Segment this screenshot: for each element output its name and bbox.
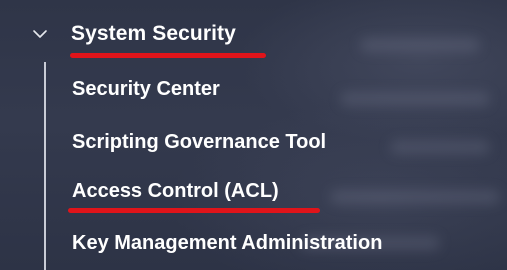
nav-item-label: Scripting Governance Tool [72,130,327,153]
nav-item-label: Security Center [72,77,220,100]
highlight-underline [68,208,320,213]
nav-item-label: Access Control (ACL) [72,179,279,202]
nav-item-security-center[interactable]: Security Center [72,72,220,106]
nav-item-key-management-administration[interactable]: Key Management Administration [72,226,382,260]
sidebar-nav: System Security Security Center Scriptin… [0,0,507,270]
nav-group-system-security[interactable]: System Security [30,14,236,54]
nav-item-scripting-governance-tool[interactable]: Scripting Governance Tool [72,125,326,159]
nav-group-label: System Security [71,22,236,45]
tree-connector-line [44,62,46,270]
chevron-down-icon[interactable] [30,24,50,44]
highlight-underline [70,53,266,58]
nav-item-access-control-acl[interactable]: Access Control (ACL) [72,174,279,208]
nav-item-label: Key Management Administration [72,231,383,254]
